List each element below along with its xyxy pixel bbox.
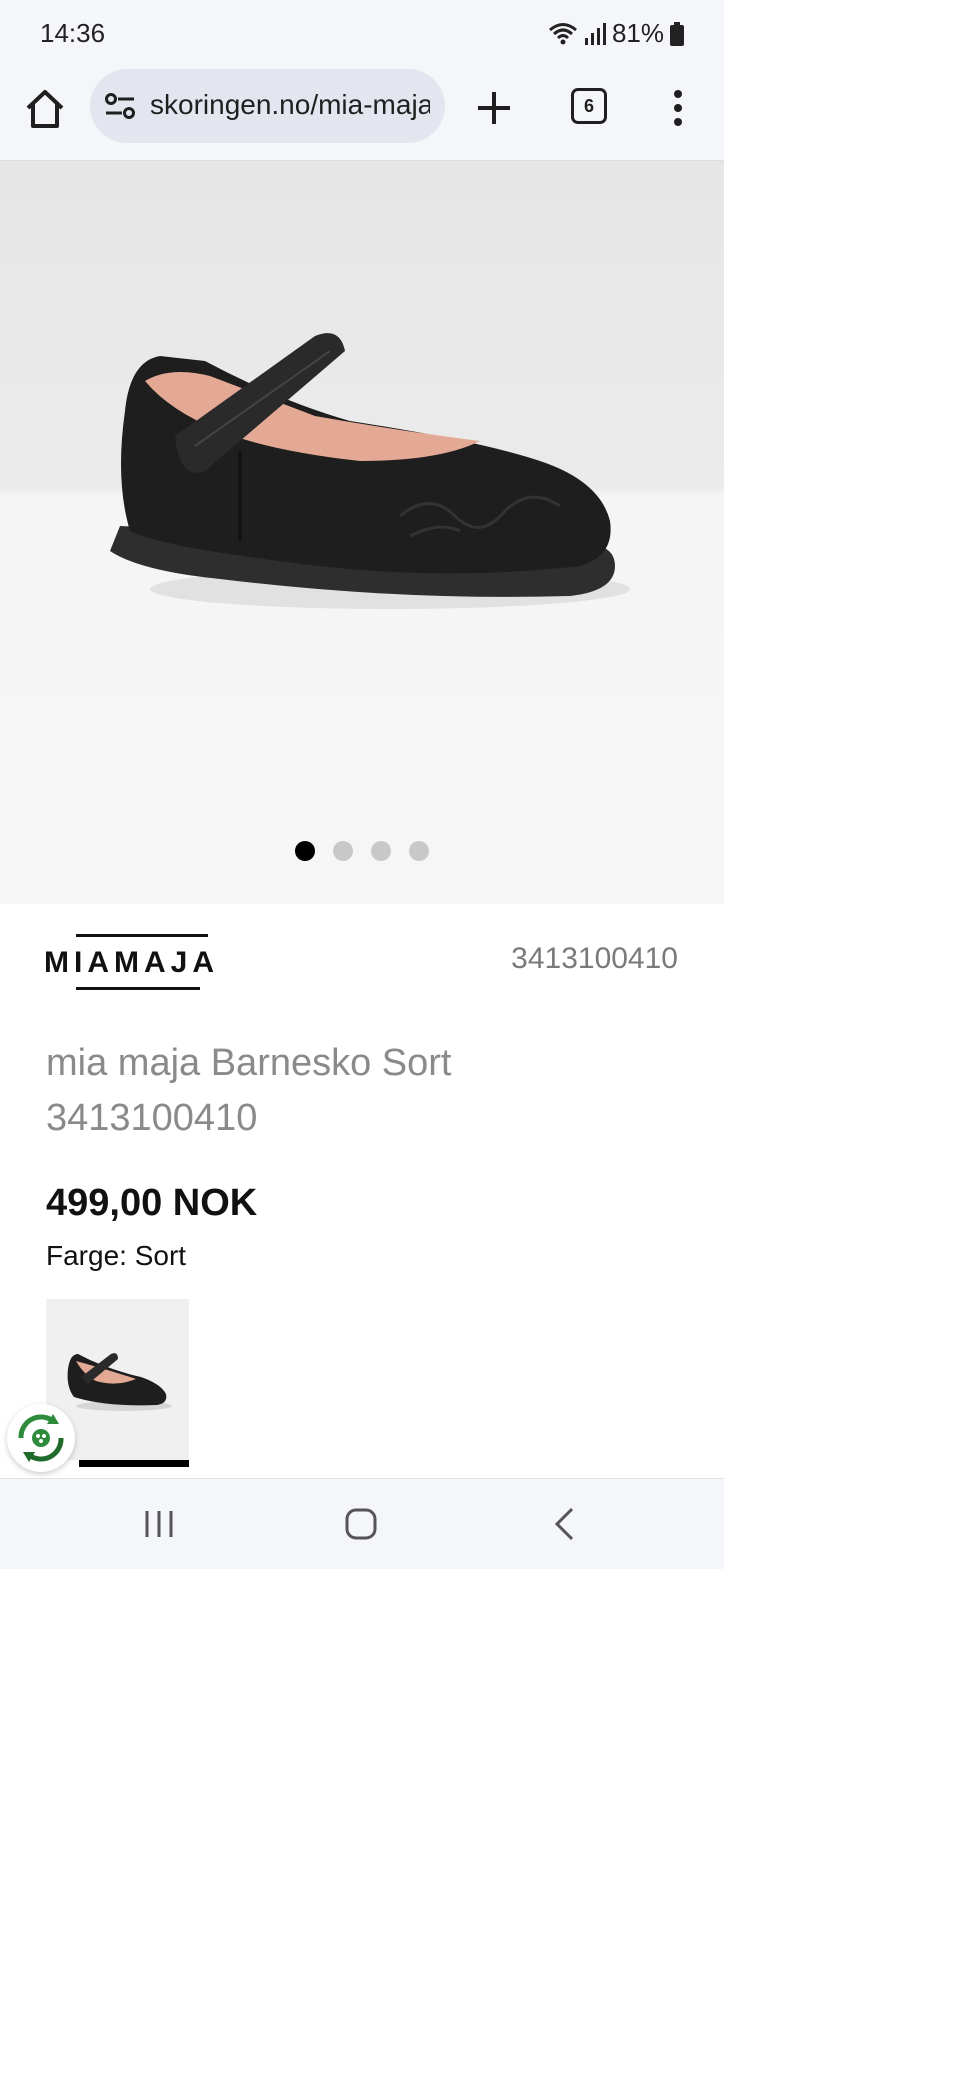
tab-switcher-button[interactable]: 6 [571,88,607,124]
selected-variant-indicator [79,1460,189,1467]
recents-icon[interactable] [143,1509,175,1539]
recycle-icon [18,1414,64,1462]
more-menu-icon[interactable] [668,88,688,128]
brand-logo-line [76,987,200,990]
product-image-shoe [110,333,630,609]
battery-percent: 81% [611,18,664,48]
product-price: 499,00 NOK [46,1182,258,1224]
url-text[interactable]: skoringen.no/mia-maja [150,89,430,121]
address-bar[interactable]: skoringen.no/mia-maja [90,69,445,143]
carousel-dot[interactable] [409,841,429,861]
browser-toolbar: skoringen.no/mia-maja 6 [0,66,724,161]
carousel-dot[interactable] [295,841,315,861]
status-time: 14:36 [40,18,106,48]
home-nav-icon[interactable] [344,1507,378,1541]
recycle-badge[interactable] [7,1404,75,1472]
system-nav-bar [0,1478,724,1569]
home-icon[interactable] [22,86,68,132]
status-bar: 14:36 81% [0,0,724,66]
product-color: Farge: Sort [46,1240,187,1271]
product-sku: 3413100410 [511,942,678,975]
wifi-icon [548,22,577,44]
product-image-carousel[interactable] [0,161,724,904]
carousel-dot[interactable] [371,841,391,861]
product-title: mia maja Barnesko Sort 3413100410 [46,1042,452,1139]
battery-icon [670,21,684,46]
brand-logo[interactable]: MIAMAJA [44,932,240,996]
carousel-dot[interactable] [333,841,353,861]
new-tab-icon[interactable] [472,86,516,130]
brand-logo-line [76,934,208,937]
carousel-indicator [0,841,724,861]
brand-name: MIAMAJA [44,946,219,979]
signal-icon [584,22,606,45]
back-icon[interactable] [552,1506,576,1542]
status-indicators: 81% [548,18,684,49]
site-settings-icon[interactable] [104,92,136,120]
